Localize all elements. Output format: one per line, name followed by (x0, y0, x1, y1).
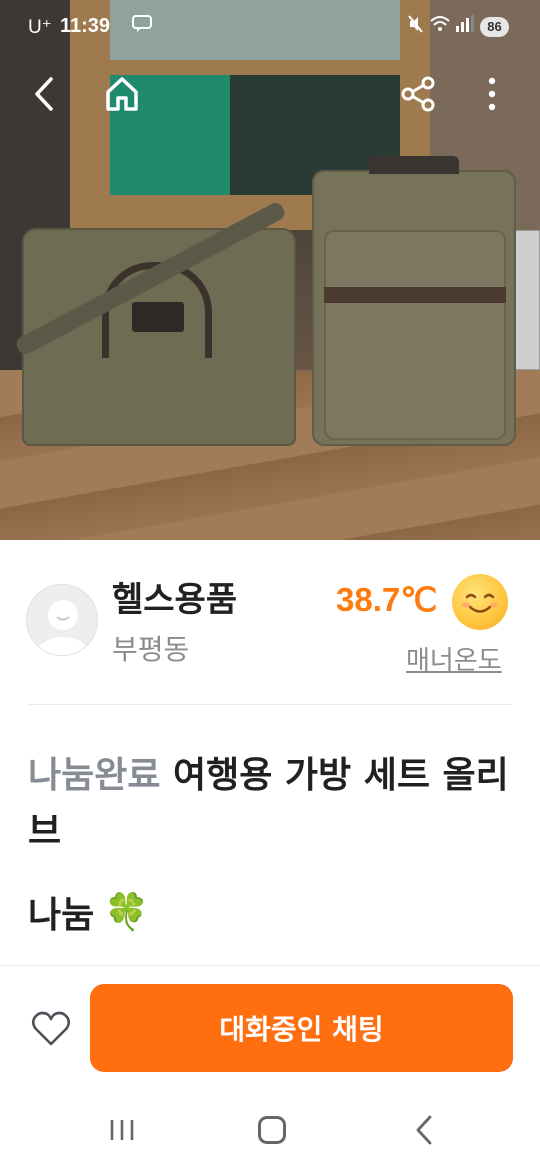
smile-face-icon (452, 574, 508, 630)
status-bar: U⁺ 11:39 86 (0, 0, 540, 52)
clover-icon: 🍀 (104, 892, 150, 933)
system-back-icon (416, 1115, 432, 1145)
more-button[interactable] (466, 68, 518, 120)
product-photo[interactable] (0, 0, 540, 540)
mute-icon (408, 15, 423, 33)
recent-apps-icon (110, 1120, 134, 1140)
more-vertical-icon (488, 77, 496, 111)
chat-button[interactable]: 대화중인 채팅 (90, 984, 513, 1072)
system-back-button[interactable] (410, 1114, 440, 1146)
listing-title: 나눔완료 여행용 가방 세트 올리브 (28, 748, 518, 860)
price-text: 나눔 (28, 895, 95, 936)
share-button[interactable] (392, 68, 444, 120)
seller-name[interactable]: 헬스용품 (112, 572, 237, 621)
recent-apps-button[interactable] (106, 1118, 138, 1142)
system-home-button[interactable] (258, 1116, 286, 1144)
suitcase-handle (369, 156, 459, 174)
battery-indicator: 86 (480, 17, 509, 37)
listing-price: 나눔 🍀 (28, 886, 149, 938)
manner-temperature: 38.7℃ (336, 581, 438, 618)
heart-icon (31, 1011, 71, 1046)
suitcase-front-pocket (324, 230, 506, 440)
listing-status-tag: 나눔완료 (28, 755, 161, 796)
system-status-icons (408, 14, 474, 39)
message-icon (132, 14, 152, 37)
suitcase-band (324, 287, 506, 303)
seller-location: 부평동 (112, 633, 190, 666)
section-divider (28, 704, 512, 705)
default-profile-icon (35, 600, 91, 655)
carrier-label: U⁺ (28, 17, 52, 38)
back-button[interactable] (18, 68, 70, 120)
system-navigation-bar (0, 1090, 540, 1170)
suitcase-image (312, 156, 516, 446)
bottom-bar-divider (0, 965, 540, 966)
clock: 11:39 (60, 15, 111, 37)
signal-icon (456, 15, 474, 32)
home-button[interactable] (96, 68, 148, 120)
manner-temperature-link[interactable]: 매너온도 (406, 640, 502, 677)
like-button[interactable] (26, 1004, 76, 1054)
bag-tag (132, 302, 184, 332)
seller-avatar[interactable] (26, 584, 98, 656)
duffel-bag-image (13, 200, 296, 446)
wifi-icon (430, 16, 450, 31)
share-icon (401, 76, 435, 112)
back-arrow-icon (35, 77, 53, 111)
home-icon (106, 77, 138, 111)
